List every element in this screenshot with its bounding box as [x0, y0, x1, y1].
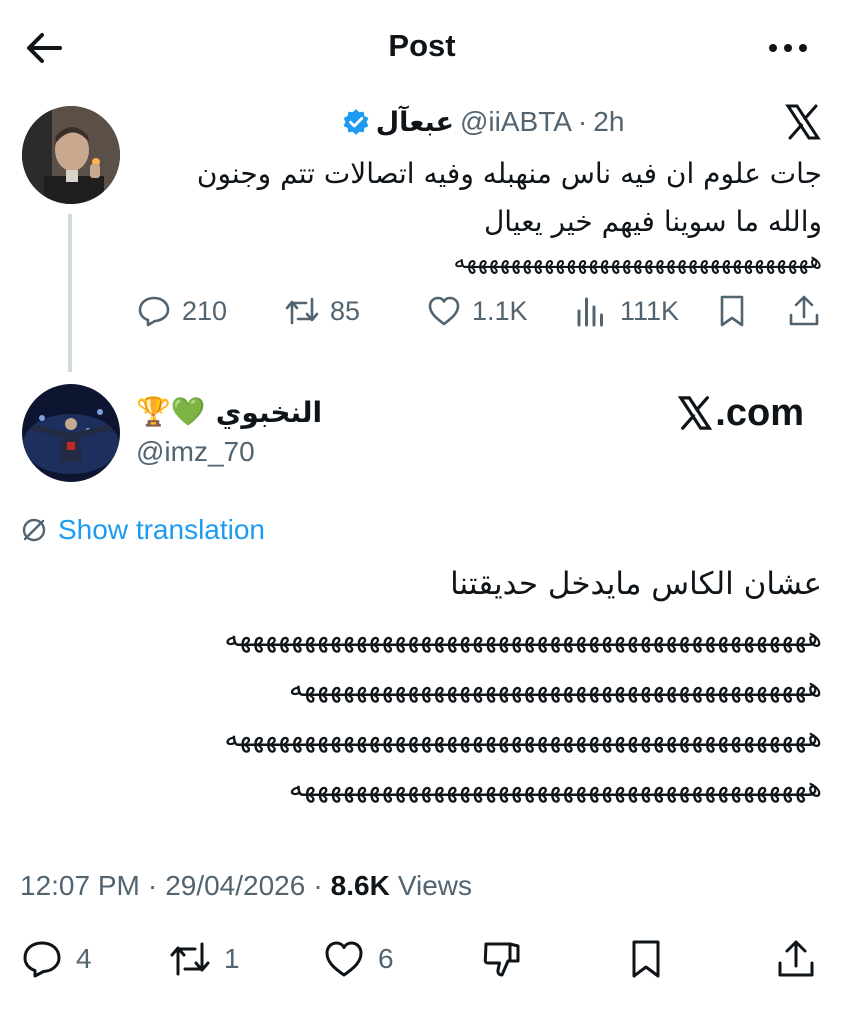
heart-icon: [325, 941, 363, 977]
handle[interactable]: @imz_70: [136, 436, 255, 468]
laugh-line: هههههههههههههههههههههههههههههههههههههههه…: [288, 770, 822, 803]
author-name-row[interactable]: 🏆💚 النخبوي: [136, 390, 322, 434]
show-translation-button[interactable]: Show translation: [20, 510, 265, 550]
display-name: النخبوي: [215, 395, 323, 429]
like-button[interactable]: 6: [322, 934, 394, 984]
avatar[interactable]: [22, 384, 120, 482]
share-icon: [789, 295, 819, 326]
like-button[interactable]: 1.1K: [426, 288, 528, 334]
meta-separator: ·: [577, 106, 588, 137]
profile-photo: [22, 106, 120, 204]
bookmark-icon: [720, 295, 744, 327]
more-button[interactable]: [766, 38, 810, 58]
tweet-text: عشان الكاس مايدخل حديقتنا: [450, 566, 822, 602]
watermark-text: .com: [715, 391, 804, 434]
verified-badge-icon: [342, 108, 370, 136]
page-title: Post: [388, 28, 456, 63]
action-bar: 4 1 6: [20, 934, 826, 984]
views-icon: [577, 297, 603, 327]
repost-button[interactable]: 1: [168, 934, 240, 984]
repost-button[interactable]: 85: [284, 288, 360, 334]
tweet-date[interactable]: 29/04/2026: [165, 870, 305, 902]
meta-separator: ·: [147, 870, 158, 901]
parent-time[interactable]: 2h: [593, 106, 624, 138]
repost-count: 1: [224, 943, 240, 974]
bookmark-button[interactable]: [624, 934, 668, 984]
translate-icon: [22, 518, 46, 542]
repost-icon: [170, 942, 210, 976]
bookmark-button[interactable]: [714, 288, 750, 334]
dislike-button[interactable]: [480, 934, 524, 984]
repost-count: 85: [330, 295, 361, 326]
like-count: 6: [378, 943, 394, 974]
views-count: 111K: [620, 295, 680, 326]
show-translation-label: Show translation: [58, 514, 266, 545]
profile-photo: [22, 384, 120, 482]
parent-action-bar: 210 85 1.1K 111K: [136, 288, 826, 334]
repost-icon: [285, 297, 319, 325]
reply-button[interactable]: 210: [136, 288, 227, 334]
parent-display-name: عبعآل: [375, 106, 454, 138]
views-button[interactable]: 111K: [574, 288, 679, 334]
views-label: Views: [397, 870, 472, 901]
tweet-laugh: هههههههههههههههههههههههههههههههههههههههه…: [18, 612, 822, 812]
thumbs-down-icon: [483, 942, 520, 977]
parent-handle[interactable]: @iiABTA: [460, 106, 572, 138]
share-icon: [778, 940, 814, 977]
tweet-time[interactable]: 12:07 PM: [20, 870, 140, 902]
more-horizontal-icon: [769, 44, 807, 52]
like-count: 1.1K: [472, 295, 528, 326]
reply-icon: [23, 941, 61, 978]
share-button[interactable]: [786, 288, 822, 334]
bookmark-icon: [632, 940, 660, 978]
x-com-watermark: .com: [677, 388, 804, 438]
reply-count: 210: [182, 295, 228, 326]
reply-button[interactable]: 4: [20, 934, 92, 984]
x-logo-icon: [784, 103, 822, 141]
heart-icon: [428, 296, 460, 326]
author-emojis: 🏆💚: [136, 395, 206, 428]
views-count: 8.6K: [330, 870, 390, 901]
laugh-line: هههههههههههههههههههههههههههههههههههههههه…: [288, 670, 822, 703]
parent-tweet-laugh: ههههههههههههههههههههههههههههههههه: [453, 246, 822, 274]
avatar[interactable]: [22, 106, 120, 204]
laugh-line: هههههههههههههههههههههههههههههههههههههههه…: [224, 620, 822, 653]
x-logo-icon: [678, 396, 713, 430]
reply-count: 4: [76, 943, 92, 974]
reply-icon: [138, 296, 170, 327]
tweet-meta: 12:07 PM · 29/04/2026 · 8.6K Views: [20, 864, 472, 908]
meta-separator: ·: [313, 870, 323, 901]
share-button[interactable]: [774, 934, 818, 984]
thread-line: [68, 214, 72, 372]
parent-author-name-row[interactable]: عبعآل: [342, 102, 454, 142]
laugh-line: هههههههههههههههههههههههههههههههههههههههه…: [224, 720, 822, 753]
parent-tweet-text: جات علوم ان فيه ناس منهبله وفيه اتصالات …: [196, 157, 822, 238]
parent-meta: @iiABTA · 2h: [460, 102, 624, 142]
